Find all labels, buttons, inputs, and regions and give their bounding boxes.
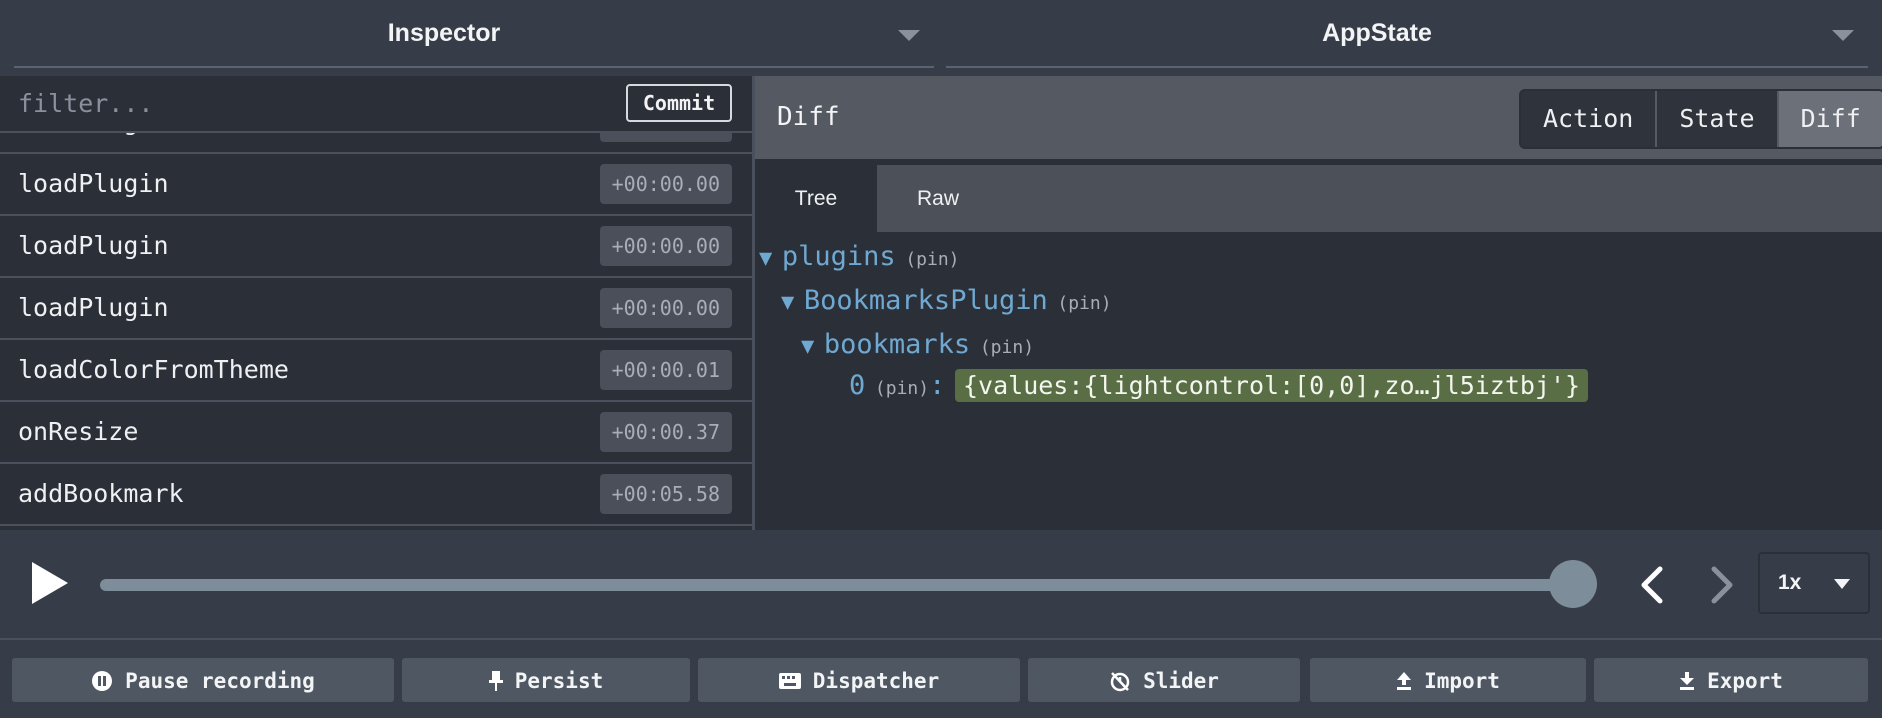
- tab-tree[interactable]: Tree: [755, 165, 877, 232]
- monitor-select-right[interactable]: AppState: [946, 0, 1868, 68]
- chevron-right-icon[interactable]: [1708, 565, 1738, 605]
- action-name: loadColorFromTheme: [18, 355, 289, 384]
- expand-arrow-icon[interactable]: ▼: [759, 246, 772, 271]
- expand-arrow-icon[interactable]: ▼: [781, 290, 794, 315]
- pause-circle-icon: [92, 671, 113, 691]
- pin-link[interactable]: (pin): [1057, 293, 1111, 314]
- action-name: onResize: [18, 417, 139, 446]
- action-list: loadPlugin +00:00.00 loadPlugin +00:00.0…: [0, 92, 752, 526]
- tree-node[interactable]: ▼ plugins (pin): [759, 241, 960, 272]
- speed-value: 1x: [1778, 571, 1802, 594]
- inspector-title: Diff: [777, 102, 840, 132]
- action-time: +00:00.01: [599, 350, 732, 390]
- pin-link[interactable]: (pin): [980, 337, 1034, 358]
- tree-key: plugins: [781, 241, 896, 272]
- view-tabs: Tree Raw: [755, 165, 1882, 232]
- tab-raw[interactable]: Raw: [877, 165, 999, 232]
- action-item[interactable]: loadPlugin +00:00.00: [0, 278, 752, 340]
- action-time: +00:00.00: [599, 226, 732, 266]
- button-label: Import: [1424, 669, 1500, 693]
- dispatcher-button[interactable]: Dispatcher: [698, 658, 1020, 702]
- chevron-down-icon: [1832, 30, 1854, 41]
- chevron-down-icon: [898, 30, 920, 41]
- action-time: +00:00.37: [599, 412, 732, 452]
- action-name: addBookmark: [18, 479, 184, 508]
- tree-leaf: 0 (pin): {values:{lightcontrol:[0,0],zo……: [849, 369, 1589, 402]
- action-name: loadPlugin: [18, 293, 169, 322]
- play-icon[interactable]: [28, 560, 70, 606]
- button-label: Slider: [1143, 669, 1219, 693]
- action-item[interactable]: onResize +00:00.37: [0, 402, 752, 464]
- tree-node[interactable]: ▼ bookmarks (pin): [801, 329, 1034, 360]
- tree-key: BookmarksPlugin: [803, 285, 1048, 316]
- tree-key: bookmarks: [823, 329, 971, 360]
- diff-added-value[interactable]: {values:{lightcontrol:[0,0],zo…jl5iztbj'…: [955, 369, 1589, 402]
- slider-handle[interactable]: [1549, 560, 1597, 608]
- action-time: +00:00.00: [599, 164, 732, 204]
- timer-icon: [1110, 672, 1130, 692]
- filter-input[interactable]: [0, 76, 600, 131]
- button-label: Persist: [514, 669, 604, 693]
- pin-link[interactable]: (pin): [875, 378, 929, 399]
- button-label: Dispatcher: [812, 669, 940, 693]
- chevron-down-icon: [1834, 579, 1850, 589]
- pin-link[interactable]: (pin): [905, 249, 959, 270]
- inspector-tab-group: Action State Diff: [1519, 89, 1882, 149]
- speed-select[interactable]: 1x: [1758, 552, 1870, 614]
- pause-recording-button[interactable]: Pause recording: [12, 658, 394, 702]
- pin-icon: [488, 671, 503, 691]
- keyboard-icon: [778, 673, 801, 689]
- filter-bar: Commit: [0, 76, 752, 133]
- expand-arrow-icon[interactable]: ▼: [801, 334, 814, 359]
- download-icon: [1680, 672, 1695, 690]
- tree-index: 0: [849, 370, 866, 401]
- action-item[interactable]: loadPlugin +00:00.00: [0, 154, 752, 216]
- import-button[interactable]: Import: [1310, 658, 1586, 702]
- upload-icon: [1397, 672, 1412, 690]
- slider-track[interactable]: [100, 579, 1576, 591]
- action-time: +00:05.58: [599, 474, 732, 514]
- tab-action[interactable]: Action: [1521, 91, 1658, 147]
- action-list-panel: Commit loadPlugin +00:00.00 loadPlugin +…: [0, 76, 755, 530]
- action-item[interactable]: addBookmark +00:05.58: [0, 464, 752, 526]
- persist-button[interactable]: Persist: [402, 658, 690, 702]
- button-label: Export: [1707, 669, 1783, 693]
- monitor-select-left-label: Inspector: [387, 19, 501, 47]
- export-button[interactable]: Export: [1594, 658, 1868, 702]
- monitor-header: Inspector AppState: [0, 0, 1882, 76]
- chevron-left-icon[interactable]: [1636, 565, 1666, 605]
- tree-colon: :: [929, 370, 946, 401]
- tree-node[interactable]: ▼ BookmarksPlugin (pin): [781, 285, 1112, 316]
- inspector-toolbar: Diff Action State Diff: [755, 76, 1882, 159]
- tab-diff[interactable]: Diff: [1778, 91, 1882, 147]
- action-name: loadPlugin: [18, 231, 169, 260]
- action-name: loadPlugin: [18, 169, 169, 198]
- inspector-panel: Diff Action State Diff Tree Raw ▼ plugin…: [755, 76, 1882, 530]
- action-item[interactable]: loadColorFromTheme +00:00.01: [0, 340, 752, 402]
- monitor-select-left[interactable]: Inspector: [14, 0, 934, 68]
- button-label: Pause recording: [125, 669, 315, 693]
- monitor-select-right-label: AppState: [1322, 19, 1432, 47]
- slider-button[interactable]: Slider: [1028, 658, 1300, 702]
- tab-state[interactable]: State: [1657, 91, 1779, 147]
- bottom-toolbar: Pause recording Persist Dispatcher Slide…: [0, 640, 1882, 718]
- action-time: +00:00.00: [599, 288, 732, 328]
- action-item[interactable]: loadPlugin +00:00.00: [0, 216, 752, 278]
- slider-bar: 1x: [0, 530, 1882, 640]
- commit-button[interactable]: Commit: [626, 84, 732, 122]
